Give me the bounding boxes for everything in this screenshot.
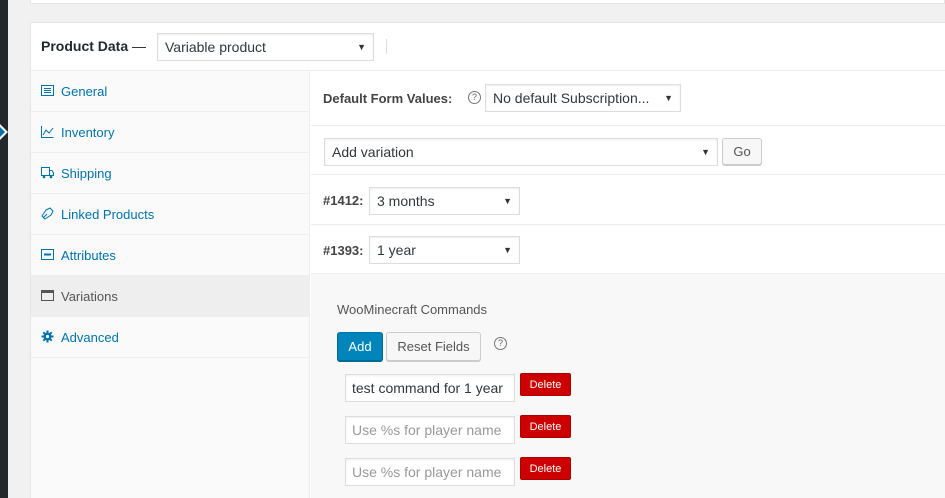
current-menu-arrow-accent [0, 127, 5, 137]
delete-button-label: Delete [529, 421, 562, 433]
variation-value: 1 year [377, 242, 416, 258]
command-input[interactable]: Use %s for player name [345, 416, 515, 444]
woominecraft-section: WooMinecraft Commands Add Reset Fields ?… [311, 274, 945, 498]
product-data-panel: Product Data — Variable product ▼ Genera… [30, 22, 945, 498]
product-data-tabs: General Inventory Shipping Linked Produc… [31, 71, 310, 498]
title-separator: — [132, 38, 147, 54]
chevron-down-icon: ▼ [357, 42, 366, 52]
help-icon[interactable]: ? [468, 91, 481, 104]
tab-attributes[interactable]: Attributes [31, 235, 310, 276]
tab-advanced[interactable]: Advanced [31, 317, 310, 358]
default-subscription-select[interactable]: No default Subscription... ▼ [485, 84, 681, 112]
reset-fields-label: Reset Fields [397, 339, 470, 354]
product-data-title: Product Data — [41, 38, 146, 54]
tab-attributes-label: Attributes [61, 248, 116, 263]
chevron-down-icon: ▼ [701, 147, 710, 157]
woominecraft-title: WooMinecraft Commands [337, 302, 488, 317]
variation-row: #1412: 3 months ▼ [311, 175, 945, 225]
tab-variations[interactable]: Variations [31, 276, 310, 317]
delete-command-button[interactable]: Delete [520, 415, 571, 438]
command-input-placeholder: Use %s for player name [352, 422, 502, 438]
delete-button-label: Delete [529, 463, 562, 475]
add-variation-row: Add variation ▼ Go [311, 126, 945, 175]
chevron-down-icon: ▼ [503, 196, 512, 206]
admin-sidebar-edge [0, 0, 8, 498]
general-icon [41, 84, 54, 97]
product-data-label: Product Data [41, 38, 129, 54]
add-variation-value: Add variation [332, 144, 414, 160]
command-input-value: test command for 1 year [352, 380, 503, 396]
tab-advanced-label: Advanced [61, 330, 119, 345]
variation-id: #1393: [323, 243, 364, 258]
product-type-select[interactable]: Variable product ▼ [157, 33, 374, 61]
variation-id: #1412: [323, 193, 364, 208]
shipping-icon [41, 166, 54, 179]
reset-fields-button[interactable]: Reset Fields [386, 332, 481, 361]
delete-command-button[interactable]: Delete [520, 457, 571, 480]
inventory-icon [41, 125, 54, 138]
chevron-down-icon: ▼ [664, 93, 673, 103]
tab-linked-products-label: Linked Products [61, 207, 155, 222]
go-button-label: Go [733, 144, 751, 159]
command-input[interactable]: test command for 1 year [345, 374, 515, 402]
tab-inventory-label: Inventory [61, 125, 115, 140]
tab-general[interactable]: General [31, 71, 310, 112]
tab-variations-label: Variations [61, 289, 118, 304]
add-variation-select[interactable]: Add variation ▼ [324, 138, 718, 166]
default-subscription-value: No default Subscription... [493, 90, 650, 106]
variation-select[interactable]: 1 year ▼ [369, 236, 520, 264]
variations-icon [41, 289, 54, 302]
command-input-placeholder: Use %s for player name [352, 464, 502, 480]
variation-row: #1393: 1 year ▼ [311, 225, 945, 274]
attributes-icon [41, 248, 54, 261]
chevron-down-icon: ▼ [503, 245, 512, 255]
command-input[interactable]: Use %s for player name [345, 458, 515, 486]
link-icon [41, 207, 54, 220]
variations-panel: Default Form Values: ? No default Subscr… [311, 71, 945, 498]
tab-shipping[interactable]: Shipping [31, 153, 310, 194]
delete-button-label: Delete [529, 379, 562, 391]
previous-metabox [30, 0, 945, 4]
tab-linked-products[interactable]: Linked Products [31, 194, 310, 235]
gear-icon [41, 330, 54, 343]
go-button[interactable]: Go [722, 138, 762, 165]
tab-general-label: General [61, 84, 108, 99]
product-data-header: Product Data — Variable product ▼ [31, 23, 945, 71]
product-type-value: Variable product [165, 39, 266, 55]
default-form-label: Default Form Values: [323, 91, 453, 106]
header-divider [386, 39, 387, 54]
delete-command-button[interactable]: Delete [520, 373, 571, 396]
default-form-row: Default Form Values: ? No default Subscr… [311, 71, 945, 126]
variation-select[interactable]: 3 months ▼ [369, 187, 520, 215]
tab-inventory[interactable]: Inventory [31, 112, 310, 153]
help-icon[interactable]: ? [494, 337, 507, 350]
tab-shipping-label: Shipping [61, 166, 112, 181]
add-command-button[interactable]: Add [337, 332, 383, 361]
add-button-label: Add [348, 339, 372, 354]
variation-value: 3 months [377, 193, 435, 209]
